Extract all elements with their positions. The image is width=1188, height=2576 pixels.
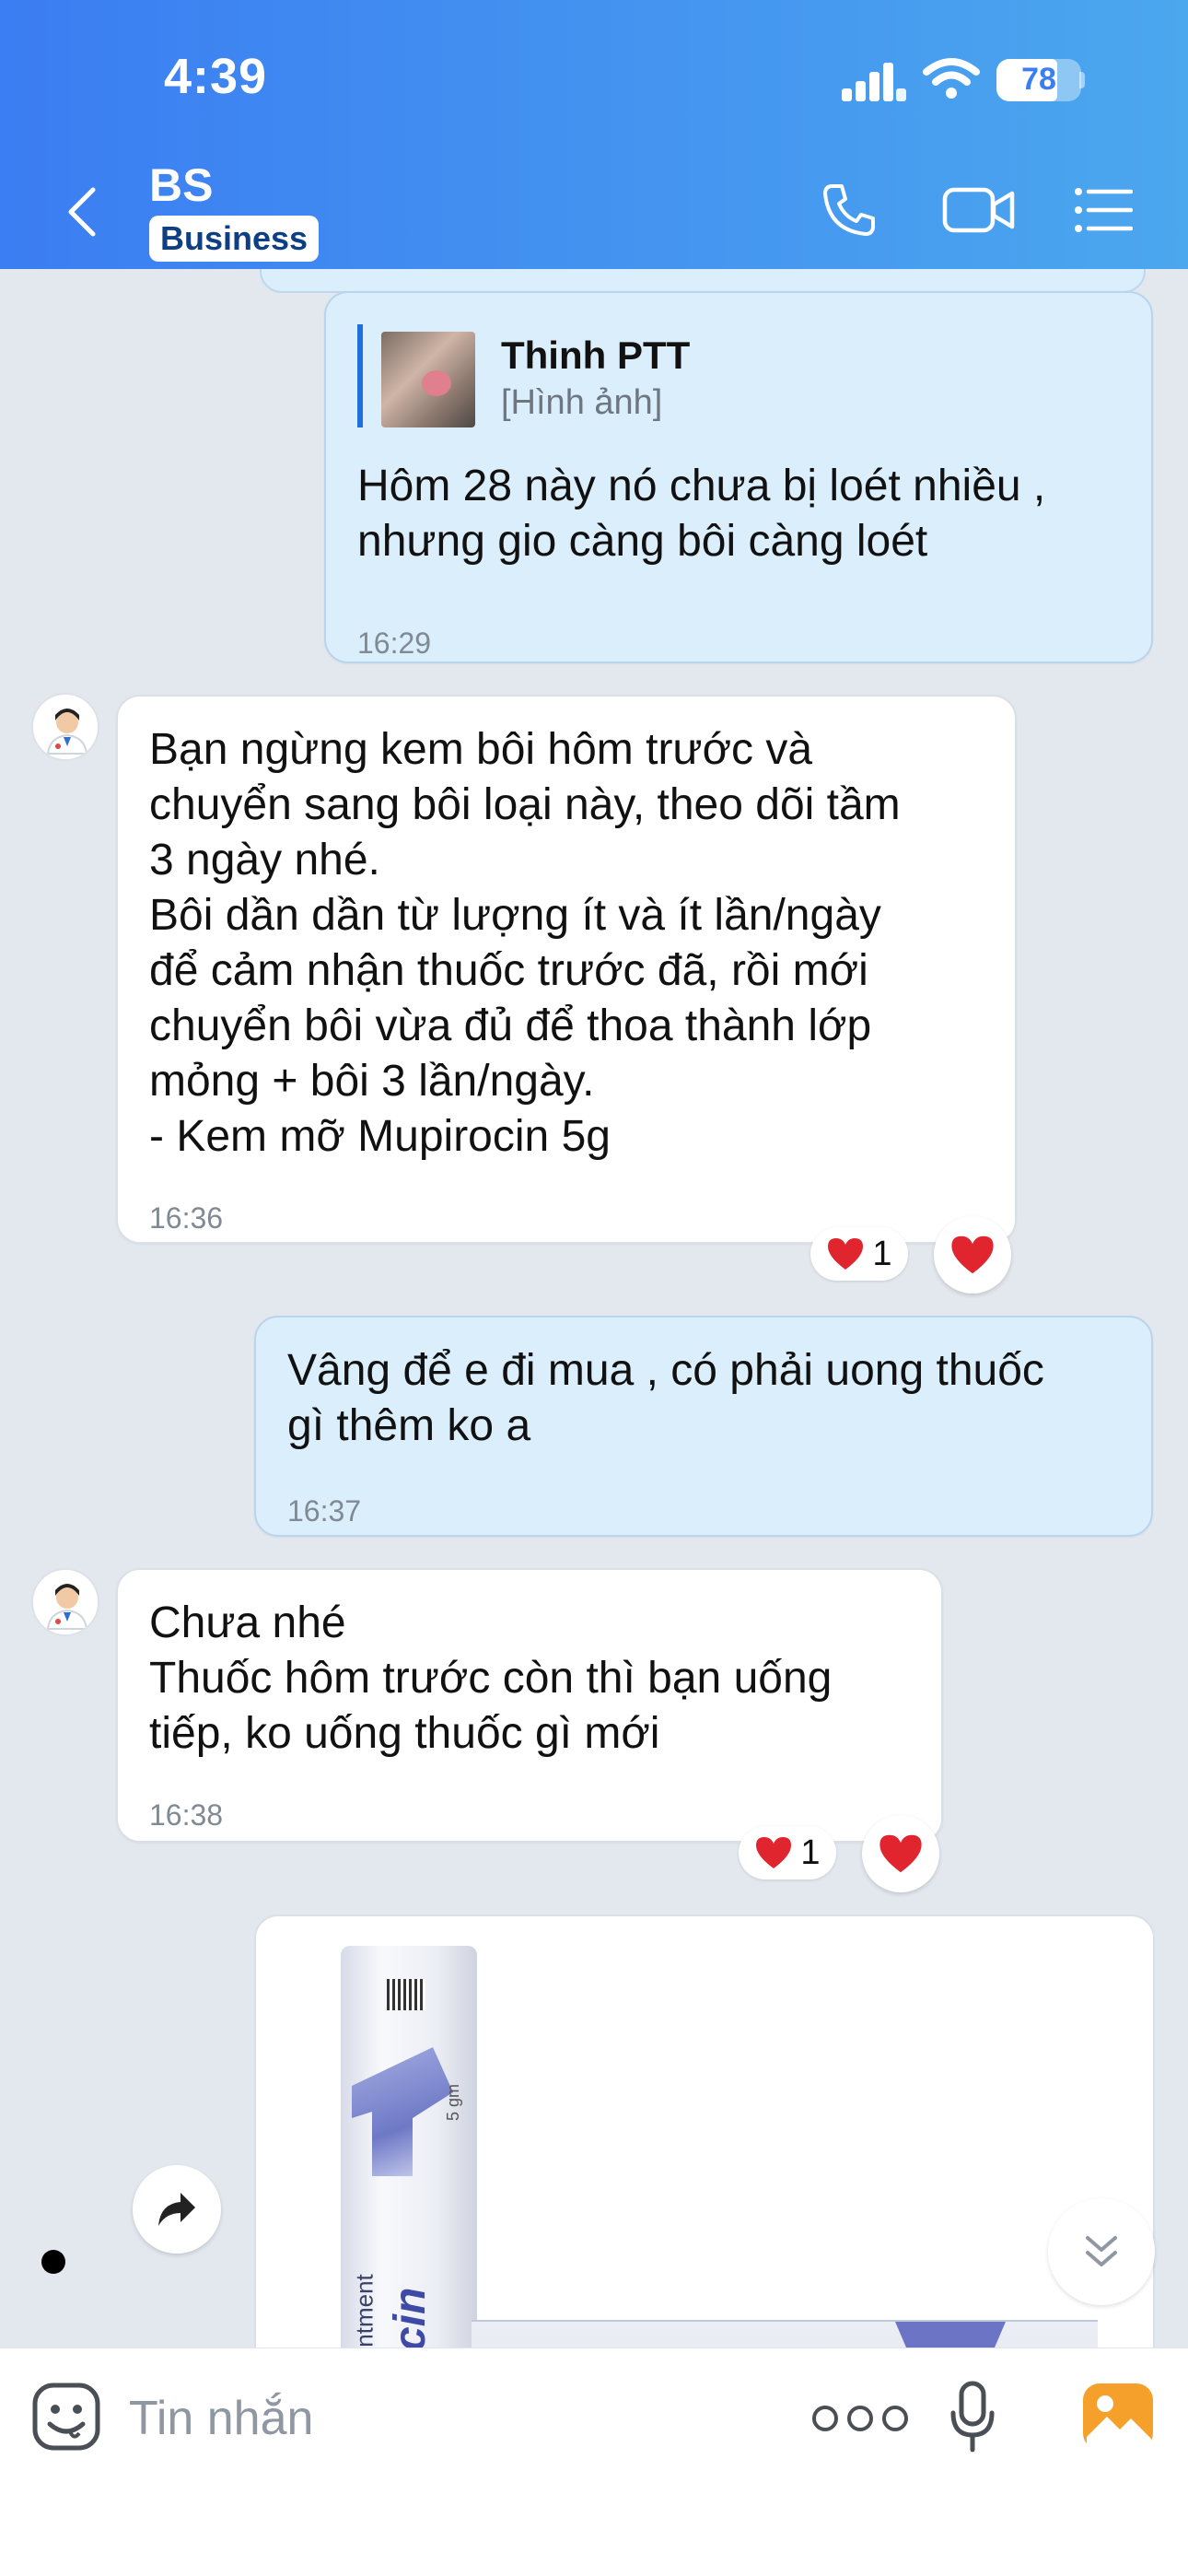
ointment-tube-image: 5 gm upirocin Ointment upirocin xyxy=(341,1946,477,2348)
message-text: Bạn ngừng kem bôi hôm trước và chuyển sa… xyxy=(149,725,901,1161)
message-bubble-sent[interactable]: Thinh PTT [Hình ảnh] Hôm 28 này nó chưa … xyxy=(324,291,1153,663)
doctor-avatar-icon xyxy=(46,708,88,755)
share-arrow-icon xyxy=(158,2193,195,2226)
reaction-count-value: 1 xyxy=(872,1234,892,1273)
tube-size-label: 5 gm xyxy=(444,2084,462,2122)
phone-icon xyxy=(823,184,875,236)
contact-name[interactable]: BS xyxy=(149,158,213,212)
back-button[interactable] xyxy=(53,175,109,249)
voice-message-button[interactable] xyxy=(945,2371,1000,2463)
brand-logo-graphic xyxy=(352,2047,453,2176)
quoted-message-type: [Hình ảnh] xyxy=(501,383,663,422)
wifi-icon xyxy=(923,58,980,99)
scroll-to-bottom-button[interactable] xyxy=(1048,2198,1155,2305)
quoted-image-thumbnail xyxy=(381,332,475,427)
heart-icon xyxy=(828,1238,864,1270)
chat-menu-button[interactable] xyxy=(1070,173,1136,247)
voice-call-button[interactable] xyxy=(810,173,888,247)
message-list[interactable]: Thinh PTT [Hình ảnh] Hôm 28 này nó chưa … xyxy=(0,269,1188,2348)
quoted-sender-name: Thinh PTT xyxy=(501,334,691,377)
message-time: 16:38 xyxy=(149,1798,224,1832)
message-time: 16:29 xyxy=(357,626,432,660)
sticker-button[interactable] xyxy=(31,2382,101,2452)
battery-indicator: 78 xyxy=(996,59,1081,101)
message-text: Chưa nhé Thuốc hôm trước còn thì bạn uốn… xyxy=(149,1598,833,1758)
heart-icon xyxy=(951,1235,994,1274)
doctor-avatar-icon xyxy=(46,1584,88,1630)
previous-message-bubble[interactable] xyxy=(260,269,1146,293)
battery-level: 78 xyxy=(1021,62,1056,97)
message-time: 16:37 xyxy=(287,1494,362,1528)
doctor-avatar[interactable] xyxy=(31,693,99,761)
doctor-avatar[interactable] xyxy=(31,1568,99,1636)
emoji-sticker-icon xyxy=(32,2383,100,2451)
barcode-graphic xyxy=(387,1979,425,2010)
tube-brand-name: upirocin xyxy=(385,2250,440,2348)
reaction-summary[interactable]: 1 xyxy=(739,1826,836,1879)
quoted-message[interactable]: Thinh PTT [Hình ảnh] xyxy=(357,324,690,427)
chat-screen: 4:39 78 BS Business Thinh PTT [Hình ảnh]… xyxy=(0,0,1188,2576)
cellular-signal-icon xyxy=(842,63,906,101)
reaction-summary[interactable]: 1 xyxy=(810,1227,908,1281)
chevron-left-icon xyxy=(68,187,96,237)
microphone-icon xyxy=(950,2381,995,2453)
message-bubble-received[interactable]: Bạn ngừng kem bôi hôm trước và chuyển sa… xyxy=(116,695,1017,1244)
dot-icon xyxy=(812,2406,838,2431)
photo-gallery-icon xyxy=(1083,2383,1153,2450)
chat-header: 4:39 78 BS Business xyxy=(0,0,1188,269)
react-button[interactable] xyxy=(934,1216,1011,1294)
status-time: 4:39 xyxy=(164,49,268,104)
more-options-button[interactable] xyxy=(799,2385,921,2452)
image-message[interactable]: 5 gm upirocin Ointment upirocin xyxy=(254,1914,1155,2348)
message-bubble-sent[interactable]: Vâng để e đi mua , có phải uong thuốc gì… xyxy=(254,1316,1153,1537)
list-menu-icon xyxy=(1075,188,1133,232)
message-text: Vâng để e đi mua , có phải uong thuốc gì… xyxy=(287,1346,1044,1450)
message-input[interactable] xyxy=(129,2385,755,2452)
reaction-count-value: 1 xyxy=(800,1832,821,1872)
dot-icon xyxy=(882,2406,908,2431)
business-badge: Business xyxy=(149,216,320,262)
indicator-dot xyxy=(41,2250,65,2274)
forward-button[interactable] xyxy=(133,2165,221,2254)
tube-product-label: upirocin Ointment xyxy=(346,2231,383,2348)
message-time: 16:36 xyxy=(149,1201,224,1235)
message-composer xyxy=(0,2348,1188,2576)
heart-icon xyxy=(756,1837,792,1868)
video-call-button[interactable] xyxy=(938,173,1020,247)
heart-icon xyxy=(879,1834,922,1873)
react-button[interactable] xyxy=(862,1815,939,1892)
ointment-box-image xyxy=(472,2320,1098,2348)
video-camera-icon xyxy=(942,187,1015,233)
message-text: Hôm 28 này nó chưa bị loét nhiều , nhưng… xyxy=(357,462,1046,566)
dot-icon xyxy=(847,2406,873,2431)
double-chevron-down-icon xyxy=(1086,2236,1117,2266)
gallery-button[interactable] xyxy=(1081,2382,1155,2452)
message-bubble-received[interactable]: Chưa nhé Thuốc hôm trước còn thì bạn uốn… xyxy=(116,1568,943,1843)
